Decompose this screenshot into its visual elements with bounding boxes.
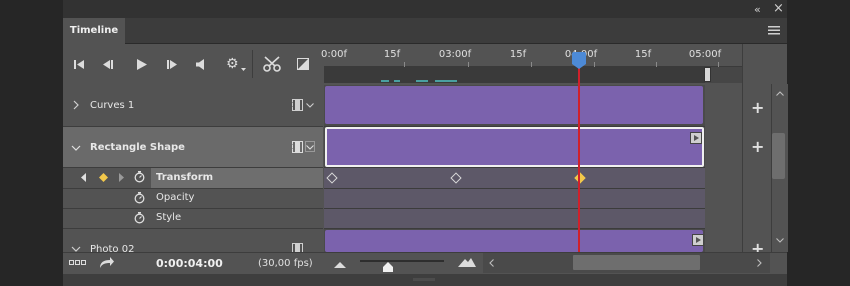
- cache-indicator: [416, 80, 428, 82]
- zoom-slider-track[interactable]: [360, 260, 444, 262]
- clip-photo-02[interactable]: [325, 230, 704, 252]
- close-panel-button[interactable]: ×: [773, 1, 784, 16]
- play-icon[interactable]: [137, 59, 147, 70]
- clip-end-tab-icon[interactable]: [690, 132, 702, 144]
- panel-header-strip: « ×: [63, 0, 787, 18]
- track-transform: [324, 168, 705, 189]
- chevron-down-icon[interactable]: [305, 141, 315, 152]
- frame-rate-label: (30,00 fps): [258, 258, 313, 269]
- next-frame-icon[interactable]: [167, 60, 179, 69]
- playback-controls: ⚙: [63, 44, 323, 84]
- previous-keyframe-icon[interactable]: [81, 173, 86, 182]
- track-opacity: [324, 189, 705, 209]
- cache-indicator: [381, 80, 389, 82]
- settings-gear-icon[interactable]: ⚙: [226, 56, 239, 72]
- property-name: Transform: [156, 172, 214, 183]
- ruler-label: 0:00f: [321, 49, 347, 60]
- layer-row-curves-1[interactable]: Curves 1: [63, 85, 323, 127]
- ruler-label: 15f: [509, 49, 527, 60]
- ruler-label: 15f: [634, 49, 652, 60]
- go-to-first-frame-icon[interactable]: [74, 60, 84, 69]
- ruler-label: 15f: [383, 49, 401, 60]
- transition-icon[interactable]: [297, 58, 309, 70]
- property-row-opacity[interactable]: Opacity: [63, 189, 323, 209]
- audio-icon[interactable]: [196, 59, 206, 70]
- render-frames-icon[interactable]: [69, 260, 87, 266]
- collapse-panels-button[interactable]: «: [754, 3, 761, 16]
- ruler-label: 03:00f: [438, 49, 472, 60]
- dropdown-triangle-icon: [241, 68, 246, 71]
- property-name: Opacity: [156, 192, 195, 203]
- add-media-plus-icon[interactable]: +: [751, 137, 764, 156]
- layer-row-photo-02[interactable]: Photo 02: [63, 229, 323, 255]
- layer-name: Rectangle Shape: [90, 142, 185, 153]
- toolbar-divider: [252, 50, 253, 78]
- property-row-style[interactable]: Style: [63, 209, 323, 229]
- clip-end-tab-icon[interactable]: [692, 234, 704, 246]
- export-arrow-icon[interactable]: [99, 256, 115, 269]
- stopwatch-icon[interactable]: [134, 171, 145, 183]
- stopwatch-icon[interactable]: [134, 192, 145, 204]
- current-time-display[interactable]: 0:00:04:00: [156, 257, 223, 270]
- film-strip-icon[interactable]: [292, 141, 303, 153]
- layer-name: Curves 1: [90, 100, 135, 111]
- resize-grip[interactable]: [413, 278, 435, 281]
- tab-bar: [63, 18, 787, 44]
- work-area-end-handle[interactable]: [704, 67, 711, 82]
- track-style: [324, 209, 705, 229]
- layer-row-rectangle-shape[interactable]: Rectangle Shape: [63, 127, 323, 168]
- horizontal-scroll-thumb[interactable]: [573, 255, 700, 270]
- add-media-column: + + +: [742, 44, 771, 258]
- playhead-marker[interactable]: [572, 52, 586, 69]
- zoom-slider-thumb[interactable]: [383, 262, 393, 272]
- add-media-plus-icon[interactable]: +: [751, 98, 764, 117]
- property-row-transform[interactable]: Transform: [63, 168, 323, 189]
- work-area-bar[interactable]: [324, 67, 705, 83]
- cache-indicator: [435, 80, 457, 82]
- vertical-scroll-thumb[interactable]: [772, 133, 785, 179]
- zoom-in-mountain-icon[interactable]: [458, 257, 476, 267]
- expand-chevron-icon[interactable]: [73, 100, 79, 110]
- next-keyframe-icon[interactable]: [119, 173, 124, 182]
- tab-timeline[interactable]: Timeline: [63, 18, 125, 44]
- split-scissors-icon[interactable]: [263, 56, 281, 72]
- playhead-line: [578, 55, 580, 252]
- clip-curves-1[interactable]: [325, 86, 703, 124]
- ruler-label: 05:00f: [688, 49, 722, 60]
- previous-frame-icon[interactable]: [103, 60, 115, 69]
- chevron-down-icon[interactable]: [306, 103, 314, 108]
- scroll-right-arrow-icon[interactable]: [757, 259, 762, 267]
- clip-rectangle-shape[interactable]: [325, 127, 704, 167]
- keyframe-diamond-icon[interactable]: [99, 173, 108, 182]
- film-strip-icon[interactable]: [292, 99, 303, 111]
- film-strip-icon[interactable]: [292, 243, 303, 252]
- stopwatch-icon[interactable]: [134, 212, 145, 224]
- property-name: Style: [156, 212, 182, 223]
- hamburger-menu-icon[interactable]: [768, 25, 780, 35]
- scroll-left-arrow-icon[interactable]: [489, 259, 494, 267]
- zoom-out-mountain-icon[interactable]: [334, 262, 346, 268]
- scroll-up-arrow-icon[interactable]: [776, 91, 784, 96]
- panel-bottom-edge: [63, 274, 787, 286]
- cache-indicator: [394, 80, 400, 82]
- scroll-down-arrow-icon[interactable]: [776, 238, 784, 243]
- collapse-chevron-icon[interactable]: [71, 145, 81, 151]
